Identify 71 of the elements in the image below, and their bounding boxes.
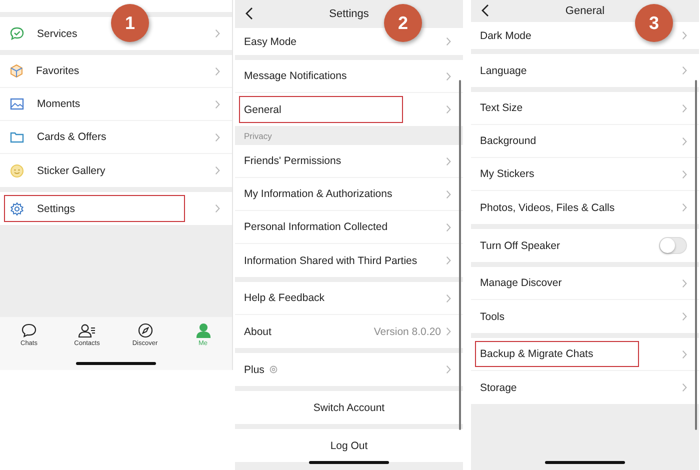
row-text[interactable]: Friends' Permissions <box>244 155 342 167</box>
person-icon <box>196 323 210 338</box>
chevron-icon <box>682 383 687 392</box>
back-icon[interactable] <box>481 4 489 17</box>
row-text[interactable]: Help & Feedback <box>244 292 325 304</box>
chevron-icon <box>682 31 687 40</box>
row-text[interactable]: Photos, Videos, Files & Calls <box>480 202 615 214</box>
gear-icon <box>269 365 278 374</box>
chevron-icon <box>682 66 687 75</box>
row-text[interactable]: Dark Mode <box>480 30 532 42</box>
chevron-icon <box>215 29 220 38</box>
row-text[interactable]: About <box>244 326 272 338</box>
row-text[interactable]: Backup & Migrate Chats <box>480 348 594 360</box>
chevron-icon <box>446 72 451 80</box>
row-text[interactable]: Tools <box>480 310 505 322</box>
chat-icon <box>21 323 37 338</box>
chevron-icon <box>446 37 451 46</box>
row-text[interactable]: Language <box>480 64 527 76</box>
toggle-switch[interactable] <box>659 237 687 254</box>
chevron-icon <box>682 170 687 178</box>
row-text[interactable]: Personal Information Collected <box>244 221 388 233</box>
chevron-icon <box>446 365 451 374</box>
chevron-icon <box>446 156 451 166</box>
smiley-icon <box>10 164 24 178</box>
chevron-icon <box>215 204 220 213</box>
chevron-icon <box>682 203 687 212</box>
row-text[interactable]: Sticker Gallery <box>37 164 106 176</box>
folder-icon <box>10 131 24 143</box>
row-text[interactable]: Manage Discover <box>480 277 562 289</box>
chevron-icon <box>682 312 687 321</box>
row-text[interactable]: Services <box>37 28 78 40</box>
chevron-icon <box>682 278 687 288</box>
row-text[interactable]: Text Size <box>480 102 523 114</box>
back-icon[interactable] <box>245 7 253 20</box>
settings-icon <box>10 202 24 216</box>
row-text[interactable]: Message Notifications <box>244 70 347 82</box>
row-value: Version 8.0.20 <box>374 326 441 338</box>
contacts-icon <box>78 323 96 338</box>
chevron-icon <box>215 100 220 108</box>
row-text[interactable]: Turn Off Speaker <box>480 240 560 252</box>
row-text[interactable]: General <box>244 104 282 116</box>
chevron-icon <box>682 350 687 358</box>
chevron-icon <box>215 132 220 142</box>
row-text[interactable]: Favorites <box>36 65 80 77</box>
row-text[interactable]: Storage <box>480 382 517 394</box>
chevron-icon <box>215 66 220 76</box>
row-text[interactable]: My Stickers <box>480 168 534 180</box>
row-text[interactable]: Moments <box>37 98 80 110</box>
screen-title: General <box>565 5 605 17</box>
screen-title: Settings <box>329 8 369 20</box>
row-text[interactable]: Information Shared with Third Parties <box>244 254 418 266</box>
image-icon <box>10 98 24 110</box>
chevron-icon <box>446 222 451 232</box>
row-text[interactable]: My Information & Authorizations <box>244 188 392 200</box>
chevron-icon <box>446 256 451 265</box>
chevron-icon <box>446 190 451 198</box>
chevron-icon <box>446 294 451 302</box>
chevron-icon <box>446 105 451 114</box>
chevron-icon <box>682 136 687 146</box>
compass-icon <box>138 323 152 338</box>
chevron-icon <box>215 166 220 175</box>
row-text[interactable]: Background <box>480 135 536 147</box>
row-text[interactable]: Cards & Offers <box>37 131 106 143</box>
row-text[interactable]: Easy Mode <box>244 36 297 48</box>
row-text[interactable]: Plus <box>244 364 264 376</box>
chevron-icon <box>682 104 687 112</box>
row-text[interactable]: Settings <box>37 202 75 214</box>
section-label: Privacy <box>235 126 463 145</box>
check-bubble-icon <box>10 27 24 40</box>
chevron-icon <box>446 327 451 336</box>
cube-icon <box>10 64 23 78</box>
